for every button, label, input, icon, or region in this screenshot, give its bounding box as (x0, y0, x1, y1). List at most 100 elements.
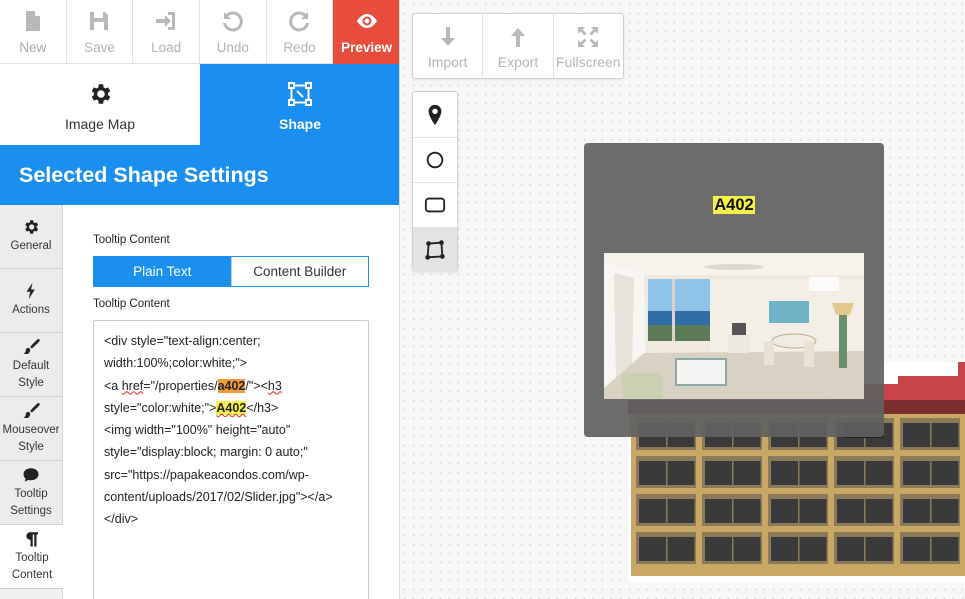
gear-icon (87, 81, 113, 107)
mode-switcher: Image Map Shape (0, 64, 399, 145)
new-label: New (19, 40, 47, 55)
circle-tool-button[interactable] (413, 137, 457, 182)
undo-icon (221, 9, 245, 33)
preview-button[interactable]: Preview (333, 0, 399, 64)
image-map-mode-button[interactable]: Image Map (0, 64, 200, 145)
tooltip-content-label-2: Tooltip Content (93, 298, 170, 310)
map-marker-icon (428, 104, 442, 125)
tooltip-html-textarea[interactable]: <div style="text-align:center; width:100… (93, 320, 369, 599)
window-pane (667, 461, 695, 485)
editor-panel: New Save Load Undo Redo Preview Image Ma… (0, 0, 400, 599)
save-button[interactable]: Save (67, 0, 134, 64)
tab-mouseover-style[interactable]: Mouseover Style (0, 397, 62, 461)
canvas-toolbar: Import Export Fullscreen (412, 13, 624, 79)
window-pane (667, 537, 695, 561)
tooltip-photo (604, 253, 864, 399)
tab-general[interactable]: General (0, 205, 62, 269)
window-pane (931, 423, 959, 447)
circle-icon (426, 151, 444, 169)
window-pane (771, 461, 798, 485)
window-pane (799, 461, 827, 485)
plain-text-button[interactable]: Plain Text (94, 257, 231, 286)
tab-general-label: General (10, 240, 52, 253)
image-map-label: Image Map (64, 116, 136, 132)
rectangle-icon (424, 197, 446, 213)
vector-shape-icon (287, 81, 313, 107)
window-pane (733, 461, 761, 485)
window-pane (799, 537, 827, 561)
settings-title: Selected Shape Settings (0, 145, 399, 205)
undo-button[interactable]: Undo (200, 0, 267, 64)
window-pane (837, 499, 864, 523)
polygon-tool-button[interactable] (413, 227, 457, 272)
rectangle-tool-button[interactable] (413, 182, 457, 227)
import-label: Import (427, 54, 468, 70)
window-pane (799, 499, 827, 523)
code-line: <div style="text-align:center; width:100… (104, 334, 265, 371)
tab-default-style[interactable]: Default Style (0, 333, 62, 397)
window-pane (667, 499, 695, 523)
import-button[interactable]: Import (413, 14, 482, 78)
paint-brush-icon (22, 402, 40, 420)
load-button[interactable]: Load (133, 0, 200, 64)
preview-label: Preview (341, 40, 393, 55)
window-pane (837, 537, 864, 561)
tooltip-content-panel: Tooltip Content Plain Text Content Build… (63, 205, 399, 599)
fullscreen-button[interactable]: Fullscreen (552, 14, 623, 78)
window-pane (931, 537, 959, 561)
window-pane (771, 499, 798, 523)
settings-side-tabs: General Actions Default Style Mouseover … (0, 205, 64, 599)
shape-tools (412, 91, 458, 272)
comment-icon (22, 466, 40, 484)
code-line: style="color:white;"> (104, 400, 217, 415)
tab-mouseover-style-label: Mouseover Style (2, 423, 60, 453)
export-label: Export (497, 54, 539, 70)
editor-canvas[interactable]: Import Export Fullscreen A402 (400, 0, 965, 599)
floppy-icon (87, 9, 111, 33)
tab-tooltip-settings-label: Tooltip Settings (10, 487, 52, 517)
gear-icon (22, 218, 40, 236)
window-pane (903, 499, 930, 523)
window-pane (705, 499, 732, 523)
file-icon (21, 9, 45, 33)
window-pane (865, 461, 893, 485)
window-pane (639, 537, 666, 561)
main-toolbar: New Save Load Undo Redo Preview (0, 0, 399, 64)
undo-label: Undo (216, 40, 249, 55)
shape-mode-button[interactable]: Shape (200, 64, 399, 145)
redo-button[interactable]: Redo (267, 0, 334, 64)
window-pane (771, 537, 798, 561)
tab-actions[interactable]: Actions (0, 269, 62, 333)
tab-tooltip-settings[interactable]: Tooltip Settings (0, 461, 62, 525)
tooltip-content-label: Tooltip Content (93, 234, 170, 246)
tab-tooltip-content[interactable]: Tooltip Content (0, 525, 64, 589)
arrow-up-icon (506, 25, 530, 49)
search-highlight: A402 (216, 400, 247, 415)
save-label: Save (84, 40, 115, 55)
spot-tool-button[interactable] (413, 92, 457, 137)
window-pane (837, 461, 864, 485)
code-token: href (121, 378, 144, 393)
eye-icon (355, 9, 379, 33)
content-mode-toggle: Plain Text Content Builder (93, 256, 369, 287)
paint-brush-icon (22, 338, 40, 356)
paragraph-icon (23, 530, 41, 548)
export-button[interactable]: Export (482, 14, 552, 78)
code-line: </h3> (246, 400, 279, 415)
window-pane (733, 499, 761, 523)
window-pane (705, 537, 732, 561)
code-line: /">< (245, 378, 268, 393)
code-line: </div> (104, 512, 139, 527)
code-line: ="/properties/ (143, 378, 218, 393)
tab-tooltip-content-label: Tooltip Content (11, 551, 53, 581)
tooltip-title: A402 (584, 196, 884, 215)
code-token: h3 (267, 378, 282, 393)
code-line: <img width="100%" height="auto" style="d… (104, 423, 333, 505)
content-builder-button[interactable]: Content Builder (230, 257, 368, 286)
window-pane (931, 461, 959, 485)
new-button[interactable]: New (0, 0, 67, 64)
expand-icon (576, 25, 600, 49)
redo-icon (287, 9, 311, 33)
window-pane (931, 499, 959, 523)
tooltip-preview: A402 (584, 143, 884, 437)
